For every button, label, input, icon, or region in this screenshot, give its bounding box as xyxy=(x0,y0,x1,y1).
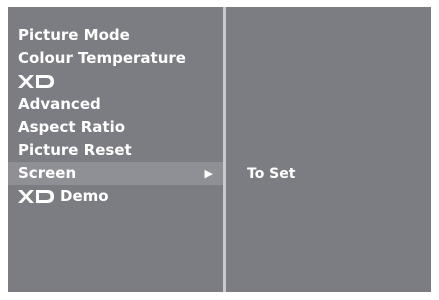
menu-item-label: Screen xyxy=(18,164,77,182)
menu-item-label: Colour Temperature xyxy=(18,49,186,67)
menu-item-screen[interactable]: Screen ▶ xyxy=(8,162,223,185)
menu-item-colour-temperature[interactable]: Colour Temperature xyxy=(8,47,223,70)
xd-logo-icon xyxy=(18,190,54,203)
menu-item-advanced[interactable]: Advanced xyxy=(8,93,223,116)
menu-item-picture-reset[interactable]: Picture Reset xyxy=(8,139,223,162)
xd-logo-icon xyxy=(18,75,54,88)
menu-item-xd-demo[interactable]: Demo xyxy=(8,185,223,208)
menu-item-aspect-ratio[interactable]: Aspect Ratio xyxy=(8,116,223,139)
main-menu-panel: Picture Mode Colour Temperature Advanced… xyxy=(8,7,223,292)
menu-item-label: Picture Mode xyxy=(18,26,130,44)
osd-menu: Picture Mode Colour Temperature Advanced… xyxy=(0,0,439,300)
menu-item-label: Advanced xyxy=(18,95,101,113)
menu-item-label: Aspect Ratio xyxy=(18,118,126,136)
submenu-panel: To Set xyxy=(226,7,431,292)
submenu-option-to-set[interactable]: To Set xyxy=(247,164,295,184)
menu-item-label: Picture Reset xyxy=(18,141,132,159)
menu-item-label: Demo xyxy=(60,187,109,205)
menu-item-picture-mode[interactable]: Picture Mode xyxy=(8,24,223,47)
menu-item-xd[interactable] xyxy=(8,70,223,93)
submenu-arrow-icon: ▶ xyxy=(204,167,213,180)
